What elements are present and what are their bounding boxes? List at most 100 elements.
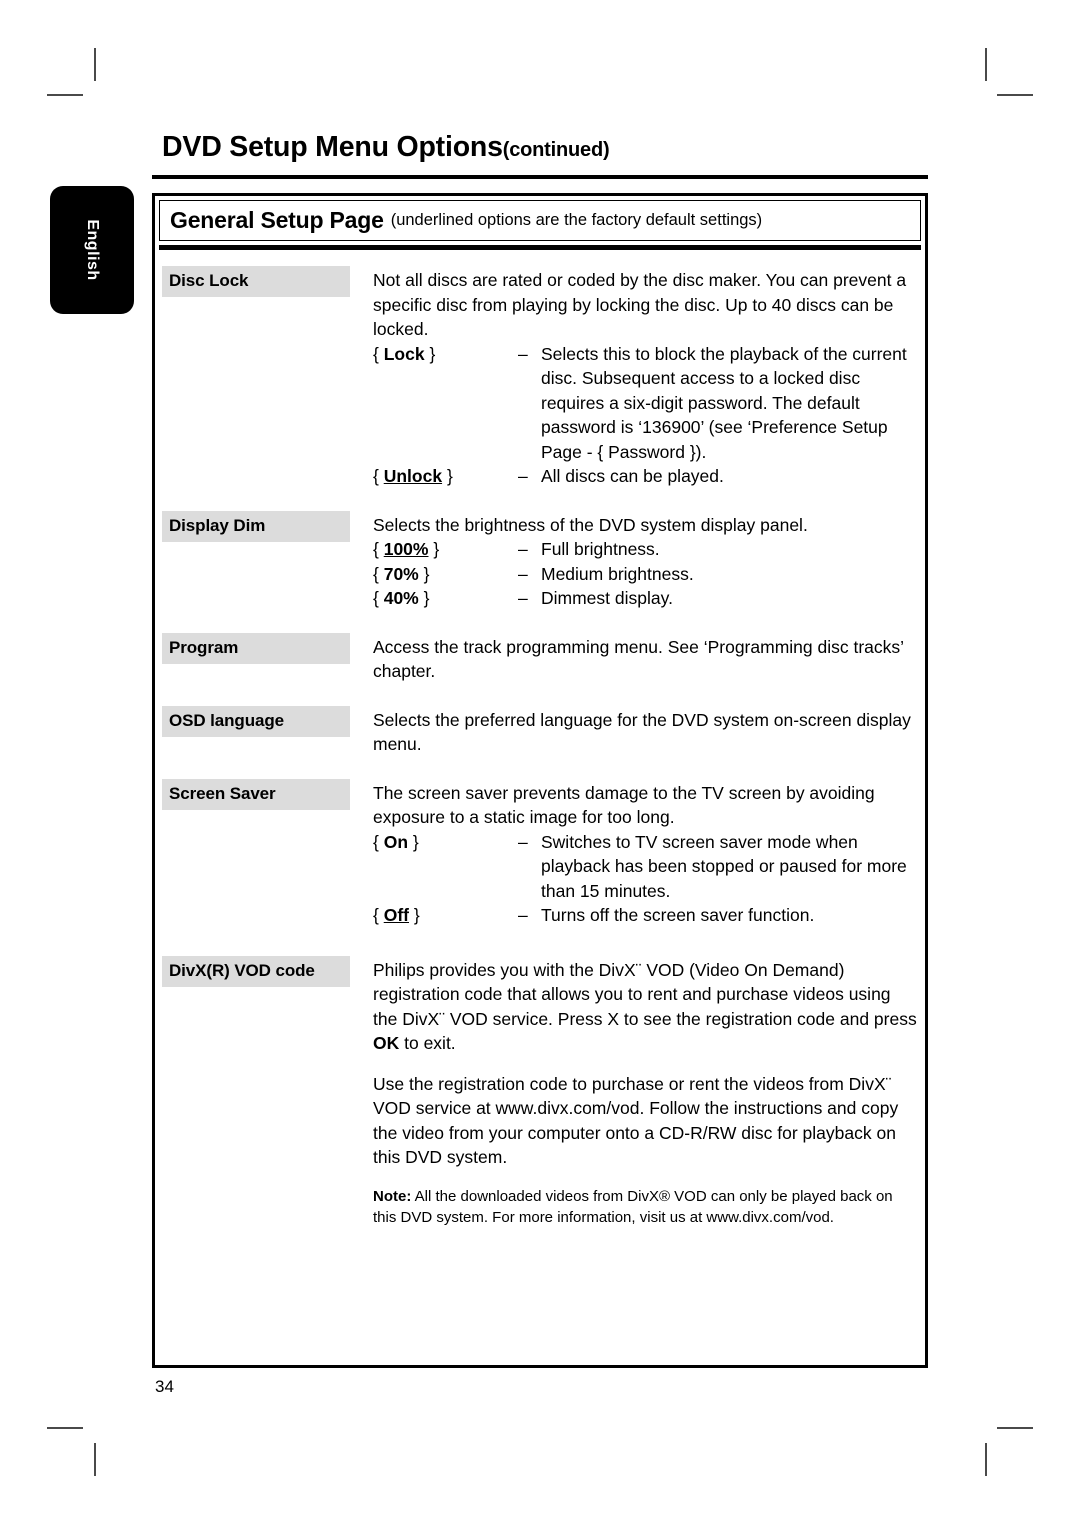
divx-trademark-glyph: ¨: [885, 1073, 892, 1094]
settings-row-label-cell: OSD language: [162, 705, 350, 737]
settings-row-description: Selects the brightness of the DVD system…: [373, 514, 808, 535]
crop-mark-top-right-vertical: [985, 48, 987, 81]
divx-note: Note: All the downloaded videos from Div…: [373, 1187, 893, 1227]
divx-paragraph-1: Philips provides you with the DivX¨ VOD …: [373, 959, 917, 1054]
option-table: { 100% } – Full brightness.{ 70% } – Medium …: [373, 537, 925, 611]
settings-row-description: Not all discs are rated or coded by the …: [373, 270, 907, 339]
row-spacer: [155, 928, 925, 956]
option-label: { 40% }: [373, 588, 430, 608]
section-header-title: General Setup Page: [170, 207, 384, 233]
divx-paragraph-2: Use the registration code to purchase or…: [373, 1073, 899, 1168]
row-spacer: [155, 684, 925, 706]
option-row: { On } – Switches to TV screen saver mode …: [373, 830, 925, 904]
option-name-underlined: Unlock: [383, 466, 443, 486]
language-tab-english: English: [50, 186, 134, 314]
page-title-continued: (continued): [502, 139, 610, 161]
option-row: { 100% } – Full brightness.: [373, 537, 925, 562]
page-number: 34: [155, 1377, 174, 1396]
option-description: All discs can be played.: [541, 466, 724, 486]
option-label: { Lock }: [373, 343, 436, 364]
option-dash: –: [518, 588, 528, 608]
crop-mark-top-right-horizontal: [997, 94, 1033, 96]
page-title: DVD Setup Menu Options(continued): [162, 131, 610, 164]
settings-row-label-cell: Display Dim: [162, 510, 350, 542]
row-spacer: [155, 611, 925, 633]
crop-mark-top-left-vertical: [94, 48, 96, 81]
page-title-main: DVD Setup Menu Options: [162, 131, 503, 163]
option-label: { 100% }: [373, 539, 440, 559]
option-description: Selects this to block the playback of th…: [541, 343, 907, 462]
settings-row: Program Access the track programming menu…: [155, 632, 925, 684]
option-dash: –: [518, 539, 528, 559]
option-dash: –: [518, 466, 528, 486]
crop-mark-top-left-horizontal: [47, 94, 83, 96]
option-label: { 70% }: [373, 563, 430, 584]
settings-row-label-cell: Disc Lock: [162, 266, 350, 297]
option-row: { 40% } – Dimmest display.: [373, 586, 925, 611]
settings-row: Screen Saver The screen saver prevents da…: [155, 778, 925, 928]
crop-mark-bottom-left-vertical: [94, 1443, 96, 1476]
row-spacer: [155, 250, 925, 266]
settings-row-body-cell: Philips provides you with the DivX¨ VOD …: [350, 956, 925, 1229]
note-label: Note:: [373, 1187, 412, 1205]
row-spacer: [155, 489, 925, 511]
settings-row-body-cell: Access the track programming menu. See ‘…: [350, 633, 925, 684]
option-label: { On }: [373, 831, 419, 852]
option-row: { Lock } – Selects this to block the playb…: [373, 342, 925, 465]
option-dash: –: [518, 831, 528, 852]
title-divider-rule: [152, 175, 928, 179]
section-header-note: (underlined options are the factory defa…: [390, 211, 763, 229]
option-dash: –: [518, 905, 528, 925]
language-tab-label: English: [84, 219, 101, 281]
settings-row-label-cell: Screen Saver: [162, 778, 350, 810]
settings-row-body-cell: The screen saver prevents damage to the …: [350, 779, 925, 928]
settings-row: Display Dim Selects the brightness of the…: [155, 510, 925, 611]
general-setup-page-box: General Setup Page (underlined options a…: [152, 193, 928, 1368]
settings-row-description: Selects the preferred language for the D…: [373, 709, 911, 755]
crop-mark-bottom-left-horizontal: [47, 1427, 83, 1429]
option-description: Turns off the screen saver function.: [541, 905, 815, 925]
crop-mark-bottom-right-horizontal: [997, 1427, 1033, 1429]
option-description: Dimmest display.: [541, 588, 673, 608]
divx-trademark-glyph: ¨: [635, 959, 642, 980]
settings-row-label: DivX(R) VOD code: [162, 955, 350, 987]
option-label: { Unlock }: [373, 466, 453, 486]
settings-row-description: The screen saver prevents damage to the …: [373, 782, 875, 828]
settings-row-body-cell: Selects the brightness of the DVD system…: [350, 511, 925, 611]
option-description: Medium brightness.: [541, 563, 694, 584]
option-dash: –: [518, 563, 528, 584]
divx-trademark-glyph: ¨: [439, 1008, 445, 1029]
option-name: 70%: [383, 563, 419, 584]
settings-row-label-cell: Program: [162, 632, 350, 664]
option-row: { 70% } – Medium brightness.: [373, 562, 925, 587]
settings-row-label: Program: [162, 632, 350, 664]
settings-row-description: Access the track programming menu. See ‘…: [373, 636, 904, 682]
option-description: Switches to TV screen saver mode when pl…: [541, 831, 907, 901]
settings-row: Disc Lock Not all discs are rated or code…: [155, 266, 925, 489]
ok-key-label: OK: [373, 1033, 400, 1053]
option-name: On: [383, 831, 409, 852]
settings-row-label: Screen Saver: [162, 778, 350, 810]
option-label: { Off }: [373, 905, 420, 925]
option-table: { Lock } – Selects this to block the playb…: [373, 342, 925, 489]
option-row: { Off } – Turns off the screen saver funct…: [373, 903, 925, 928]
settings-row-label: Display Dim: [162, 510, 350, 542]
option-dash: –: [518, 343, 528, 364]
settings-row-divx: DivX(R) VOD code Philips provides you wit…: [155, 955, 925, 1229]
settings-row: OSD language Selects the preferred langua…: [155, 705, 925, 757]
settings-row-label: OSD language: [162, 705, 350, 737]
option-name: 40%: [383, 588, 419, 608]
option-name-underlined: 100%: [383, 539, 429, 559]
option-name: Lock: [383, 343, 425, 364]
settings-row-body-cell: Not all discs are rated or coded by the …: [350, 266, 925, 489]
option-name-underlined: Off: [383, 905, 409, 925]
option-table: { On } – Switches to TV screen saver mode …: [373, 830, 925, 928]
section-header: General Setup Page (underlined options a…: [159, 200, 921, 241]
settings-rows: Disc Lock Not all discs are rated or code…: [155, 250, 925, 1229]
settings-row-body-cell: Selects the preferred language for the D…: [350, 706, 925, 757]
crop-mark-bottom-right-vertical: [985, 1443, 987, 1476]
settings-row-label: Disc Lock: [162, 266, 350, 297]
option-row: { Unlock } – All discs can be played.: [373, 464, 925, 489]
